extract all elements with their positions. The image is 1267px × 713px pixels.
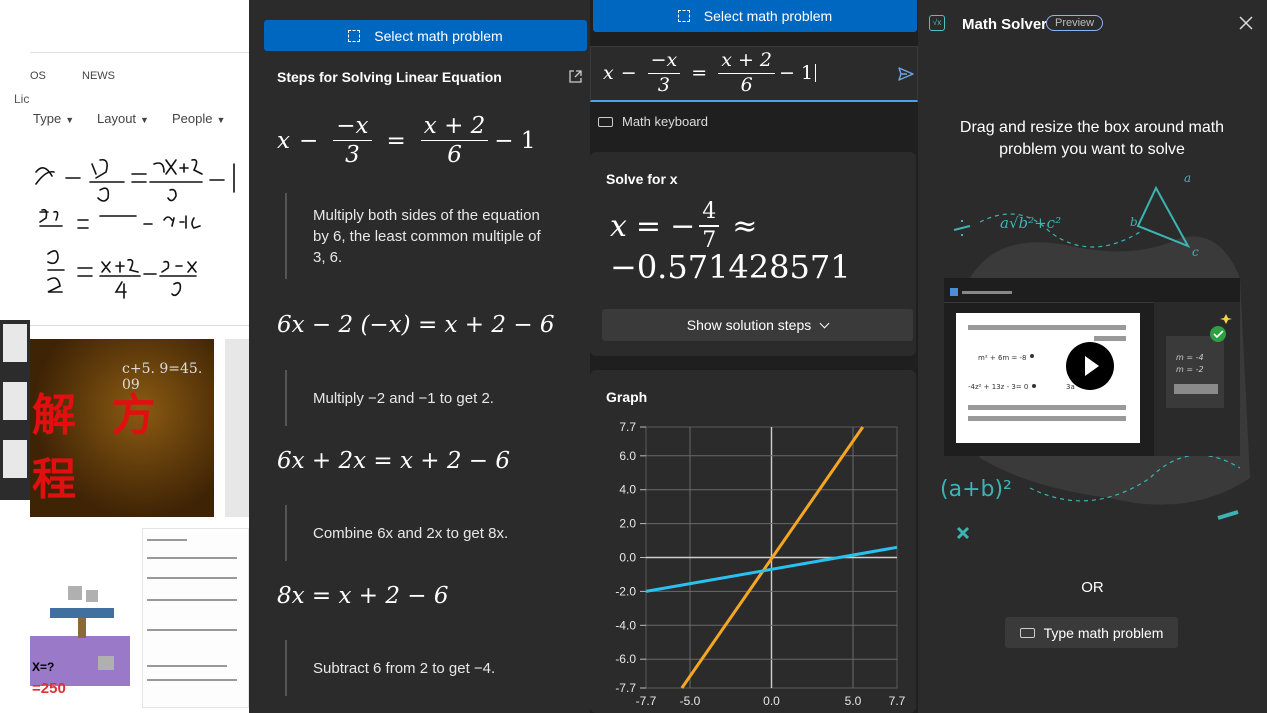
app-title: Math Solver — [962, 16, 1048, 33]
button-label: Select math problem — [374, 27, 503, 44]
type-math-problem-button[interactable]: Type math problem — [1005, 617, 1178, 648]
math-solver-pane: √x Math Solver Preview Drag and resize t… — [918, 0, 1267, 713]
y-tick-label: 0.0 — [619, 551, 636, 565]
y-tick-label: -7.7 — [615, 681, 636, 695]
example-line-2: -4z² + 13z - 3= 0 — [968, 383, 1028, 391]
step-explanation: Subtract 6 from 2 to get −4. — [285, 640, 575, 696]
decimal-result: −0.571428571 — [610, 248, 851, 286]
doodle-square: (a+b)² — [940, 477, 1012, 502]
filter-layout[interactable]: Layout ▼ — [97, 111, 149, 126]
input-equation: x − −x 3 = x + 26 − 1 — [603, 50, 817, 96]
side-result-1: m = -4 — [1176, 353, 1204, 362]
math-keyboard-button[interactable]: Math keyboard — [598, 114, 708, 129]
exact-result: x = − 47 ≈ — [610, 199, 758, 254]
x-tick-label: 5.0 — [845, 694, 862, 708]
instruction-text: Drag and resize the box around math prob… — [959, 119, 1225, 158]
solve-title: Solve for x — [606, 171, 678, 187]
thumbnail-image[interactable] — [225, 339, 249, 517]
scale-question: X=? — [32, 660, 55, 674]
step-explanation: Combine 6x and 2x to get 8x. — [285, 505, 575, 561]
graph-card: Graph 7.7 6.0 4.0 2.0 0.0 -2.0 -4.0 -6.0 -7.7 -7.… — [590, 370, 916, 713]
worksheet-image[interactable] — [142, 528, 249, 708]
keyboard-icon — [1019, 627, 1035, 638]
solver-panel: Select math problem x − −x 3 = x + 26 − 1… — [590, 0, 918, 713]
example-line-3: 3a — [1066, 383, 1075, 391]
button-label: Show solution steps — [686, 317, 812, 333]
y-tick-label: 2.0 — [619, 517, 636, 531]
solve-result-card: Solve for x x = − 47 ≈ −0.571428571 Show… — [590, 152, 916, 356]
step-explanation: Multiply −2 and −1 to get 2. — [285, 370, 575, 426]
tab-news[interactable]: NEWS — [82, 70, 115, 82]
original-equation: x − −x 3 = x + 26 − 1 — [277, 113, 536, 169]
scale-value: =250 — [32, 680, 66, 697]
tutorial-illustration: a√b²+c² a b c (a+b)² m² + 6m = -8 -4z² +… — [940, 171, 1250, 540]
balance-scale-image[interactable]: X=? =250 — [30, 528, 132, 708]
math-solver-app-icon: √x — [929, 15, 945, 31]
button-label: Type math problem — [1043, 624, 1164, 641]
step-explanation: Multiply both sides of the equation by 6… — [285, 193, 575, 279]
graph-plot[interactable]: 7.7 6.0 4.0 2.0 0.0 -2.0 -4.0 -6.0 -7.7-7.7 -5.0 0… — [590, 370, 916, 713]
handwritten-equation-image[interactable] — [30, 150, 249, 326]
close-icon[interactable] — [1237, 14, 1255, 32]
triangle-label-b: b — [1130, 215, 1138, 229]
keyboard-label: Math keyboard — [622, 114, 708, 129]
divider — [30, 52, 249, 53]
side-result-2: m = -2 — [1176, 365, 1204, 374]
y-tick-label: 7.7 — [619, 420, 636, 434]
equation-poster-image[interactable]: c+5. 9=45. 09 解 方 程 — [30, 339, 214, 517]
preview-badge: Preview — [1046, 15, 1104, 31]
filter-people[interactable]: People ▼ — [172, 111, 225, 126]
select-math-problem-button[interactable]: Select math problem — [264, 20, 587, 51]
example-line-1: m² + 6m = -8 — [978, 354, 1027, 362]
x-tick-label: 7.7 — [889, 694, 906, 708]
selection-icon — [348, 29, 361, 42]
y-tick-label: -6.0 — [615, 652, 636, 666]
background-browser-window: OS NEWS Lic Type ▼ Layout ▼ People ▼ c+5… — [0, 0, 249, 713]
triangle-label-c: c — [1192, 245, 1199, 259]
poster-title: 解 方 程 — [32, 390, 166, 505]
y-tick-label: -4.0 — [615, 618, 636, 632]
selection-icon — [677, 10, 690, 22]
keyboard-icon — [598, 116, 613, 127]
x-tick-label: -7.7 — [636, 694, 657, 708]
text-cursor — [815, 64, 817, 83]
thumbnail-strip — [0, 320, 30, 500]
triangle-label-a: a — [1184, 171, 1191, 185]
open-external-icon[interactable] — [569, 70, 582, 83]
steps-title: Steps for Solving Linear Equation — [277, 69, 502, 85]
y-tick-label: -2.0 — [615, 584, 636, 598]
or-separator: OR — [1081, 579, 1104, 596]
tab-partial[interactable]: OS — [30, 70, 46, 82]
y-tick-label: 6.0 — [619, 449, 636, 463]
y-tick-label: 4.0 — [619, 483, 636, 497]
solution-steps-panel: Select math problem Steps for Solving Li… — [249, 0, 590, 713]
chevron-down-icon — [819, 318, 830, 328]
step-equation: 6x + 2x = x + 2 − 6 — [277, 448, 511, 474]
select-math-problem-button[interactable]: Select math problem — [593, 0, 917, 32]
doodle-root: a√b²+c² — [1000, 214, 1061, 232]
equation-input[interactable]: x − −x 3 = x + 26 − 1 — [590, 46, 918, 102]
x-tick-label: 0.0 — [763, 694, 780, 708]
partial-label: Lic — [14, 92, 30, 106]
x-tick-label: -5.0 — [680, 694, 701, 708]
filter-type[interactable]: Type ▼ — [33, 111, 74, 126]
step-equation: 8x = x + 2 − 6 — [277, 583, 449, 609]
button-label: Select math problem — [703, 8, 833, 24]
send-icon[interactable] — [898, 66, 914, 82]
step-equation: 6x − 2 (−x) = x + 2 − 6 — [277, 312, 555, 338]
show-solution-steps-button[interactable]: Show solution steps — [602, 309, 913, 341]
